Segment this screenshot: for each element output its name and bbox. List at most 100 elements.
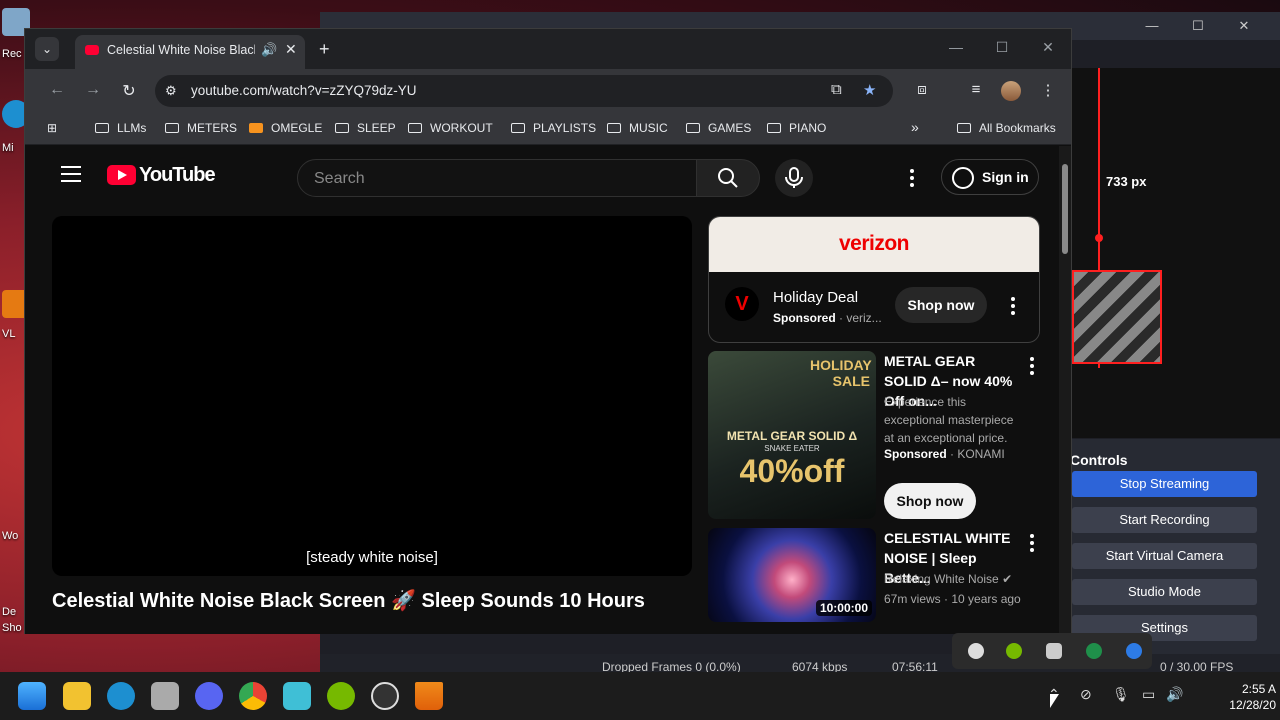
apps-grid-icon[interactable]: ⊞ (47, 121, 57, 135)
network-icon[interactable]: ⊘ (1080, 686, 1092, 703)
notepad-icon[interactable] (283, 682, 311, 710)
obs-maximize-button[interactable]: ☐ (1178, 16, 1218, 36)
vlc-icon[interactable] (415, 682, 443, 710)
tab-search-chevron-icon[interactable]: ⌄ (35, 37, 59, 61)
start-virtual-camera-button[interactable]: Start Virtual Camera (1072, 543, 1257, 569)
bookmark-folder[interactable]: LLMs (95, 121, 146, 135)
start-menu-icon[interactable] (18, 682, 46, 710)
utorrent-icon[interactable] (327, 682, 355, 710)
search-button[interactable] (696, 159, 760, 197)
bookmark-folder[interactable]: GAMES (686, 121, 751, 135)
bluetooth-tray-icon[interactable] (1126, 643, 1142, 659)
ad-banner[interactable]: verizon (709, 217, 1039, 272)
start-recording-button[interactable]: Start Recording (1072, 507, 1257, 533)
settings-kebab-icon[interactable] (910, 169, 914, 190)
file-explorer-icon[interactable] (63, 682, 91, 710)
studio-mode-button[interactable]: Studio Mode (1072, 579, 1257, 605)
account-icon (952, 167, 974, 189)
url-text[interactable]: youtube.com/watch?v=zZYQ79dz-YU (191, 83, 416, 98)
maximize-button[interactable]: ☐ (987, 39, 1017, 56)
utorrent-tray-icon[interactable] (1006, 643, 1022, 659)
all-bookmarks-folder[interactable]: All Bookmarks (957, 121, 1056, 135)
obs-tray-icon[interactable] (968, 643, 984, 659)
package-icon[interactable] (151, 682, 179, 710)
back-button[interactable]: ← (45, 81, 69, 99)
bookmarks-bar: ⊞ LLMs METERS OMEGLE SLEEP WORKOUT PLAYL… (25, 113, 1071, 145)
desktop-label: Mi (2, 142, 14, 154)
display-tray-icon[interactable]: ▭ (1142, 686, 1155, 703)
ad-shop-now-button[interactable]: Shop now (895, 287, 987, 323)
bookmark-folder[interactable]: PIANO (767, 121, 826, 135)
channel-name[interactable]: Relaxing White Noise (884, 572, 999, 586)
minimize-button[interactable]: — (941, 39, 971, 55)
menu-kebab-icon[interactable]: ⋮ (1037, 81, 1059, 99)
obs-close-button[interactable]: ✕ (1224, 16, 1264, 36)
controls-title: Controls (1070, 452, 1128, 468)
bookmark-folder[interactable]: WORKOUT (408, 121, 493, 135)
recommendation-description: Experience this exceptional masterpiece … (884, 395, 1014, 445)
bookmark-link[interactable]: OMEGLE (249, 121, 322, 135)
clock-date: 12/28/20 (1229, 698, 1276, 712)
bookmark-star-icon[interactable]: ★ (863, 81, 876, 99)
install-app-icon[interactable]: ⧉ (831, 81, 842, 98)
obs-minimize-button[interactable]: — (1132, 16, 1172, 36)
bookmark-folder[interactable]: SLEEP (335, 121, 396, 135)
thumb-game-title: METAL GEAR SOLID Δ (726, 429, 858, 443)
profile-avatar[interactable] (1001, 81, 1021, 101)
sign-in-button[interactable]: Sign in (941, 159, 1039, 195)
bookmarks-overflow-icon[interactable]: » (911, 119, 919, 135)
site-info-icon[interactable]: ⚙ (165, 83, 177, 99)
menu-icon[interactable] (61, 166, 81, 182)
volume-icon[interactable]: 🔊 (1166, 686, 1183, 703)
recommendation-thumbnail[interactable]: 10:00:00 (708, 528, 876, 622)
advertiser-avatar[interactable]: V (725, 287, 759, 321)
recommendation-thumbnail[interactable]: HOLIDAY SALE METAL GEAR SOLID Δ SNAKE EA… (708, 351, 876, 519)
bookmark-folder[interactable]: METERS (165, 121, 237, 135)
search-input[interactable]: Search (297, 159, 697, 197)
folder-icon (95, 123, 109, 133)
bookmark-folder[interactable]: MUSIC (607, 121, 668, 135)
rec-more-kebab-icon[interactable] (1030, 534, 1034, 555)
media-control-icon[interactable]: ≡ (965, 81, 987, 98)
defender-tray-icon[interactable] (1086, 643, 1102, 659)
folder-icon (335, 123, 349, 133)
voice-search-button[interactable] (775, 159, 813, 197)
chrome-icon[interactable] (239, 682, 267, 710)
video-caption: [steady white noise] (306, 549, 438, 566)
bookmark-folder[interactable]: PLAYLISTS (511, 121, 596, 135)
extensions-icon[interactable]: ⧈ (911, 81, 933, 98)
stop-streaming-button[interactable]: Stop Streaming (1072, 471, 1257, 497)
dimension-label: 733 px (1106, 174, 1147, 189)
new-tab-button[interactable]: + (319, 39, 330, 60)
folder-icon (165, 123, 179, 133)
video-player[interactable]: [steady white noise] (52, 216, 692, 576)
forward-button[interactable]: → (81, 81, 105, 99)
tab-active[interactable]: Celestial White Noise Black Screen 🚀 Sle… (75, 35, 305, 69)
obs-preview[interactable] (1070, 68, 1280, 438)
youtube-logo-text[interactable]: YouTube (139, 164, 216, 187)
tab-close-icon[interactable]: ✕ (285, 41, 297, 58)
reload-button[interactable]: ↻ (117, 81, 141, 101)
rec-more-kebab-icon[interactable] (1030, 357, 1034, 378)
taskbar-clock[interactable]: 2:55 A 12/28/20 (1196, 681, 1276, 713)
youtube-logo-icon[interactable] (107, 165, 136, 185)
scrollbar-thumb[interactable] (1062, 164, 1068, 254)
bookmark-label: PIANO (789, 121, 827, 135)
obs-icon[interactable] (371, 682, 399, 710)
desktop-label: Rec (2, 48, 22, 60)
discord-icon[interactable] (195, 682, 223, 710)
recommendation-item[interactable]: HOLIDAY SALE METAL GEAR SOLID Δ SNAKE EA… (708, 351, 1040, 521)
sign-in-label: Sign in (982, 169, 1029, 185)
speaker-icon[interactable]: 🔊 (261, 42, 277, 58)
mic-tray-icon[interactable]: 🎙 (1112, 686, 1130, 703)
address-bar[interactable]: ⚙ youtube.com/watch?v=zZYQ79dz-YU ⧉ ★ (155, 75, 893, 107)
discord-tray-icon[interactable] (1046, 643, 1062, 659)
sponsored-ad-card[interactable]: verizon V Holiday Deal Sponsored · veriz… (708, 216, 1040, 343)
ad-more-kebab-icon[interactable] (1011, 297, 1015, 318)
close-window-button[interactable]: ✕ (1033, 39, 1063, 56)
page-scrollbar[interactable] (1059, 146, 1071, 634)
rec-shop-now-button[interactable]: Shop now (884, 483, 976, 519)
source-bounding-box[interactable] (1072, 270, 1162, 364)
recommendation-item[interactable]: 10:00:00 CELESTIAL WHITE NOISE | Sleep B… (708, 528, 1040, 628)
edge-icon[interactable] (107, 682, 135, 710)
